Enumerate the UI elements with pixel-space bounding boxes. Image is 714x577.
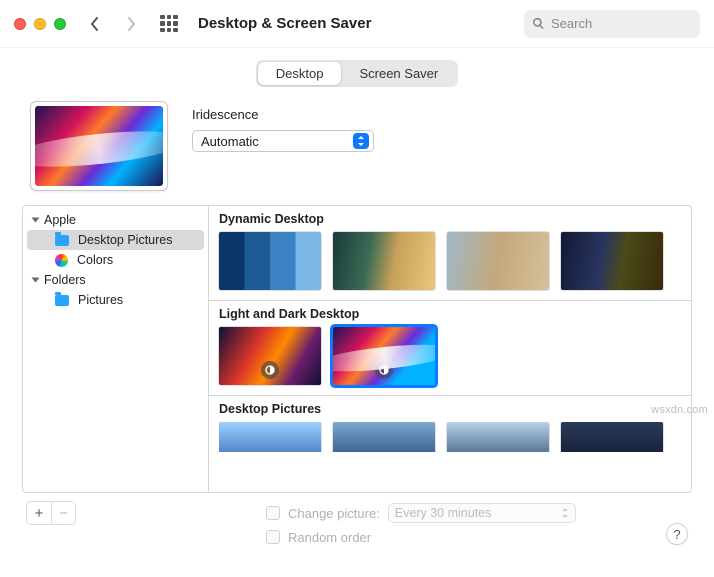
wallpaper-thumb[interactable] xyxy=(447,422,549,452)
wallpaper-name-label: Iridescence xyxy=(192,107,684,122)
wallpaper-thumb[interactable] xyxy=(219,422,321,452)
gallery-section-title: Dynamic Desktop xyxy=(219,212,681,226)
minimize-button[interactable] xyxy=(34,18,46,30)
change-interval-value: Every 30 minutes xyxy=(395,506,492,520)
remove-folder-button[interactable]: − xyxy=(51,502,75,524)
appearance-mode-select[interactable]: Automatic xyxy=(192,130,374,152)
disclosure-triangle-icon xyxy=(32,278,40,283)
wallpaper-thumb[interactable] xyxy=(561,422,663,452)
updown-icon xyxy=(353,133,369,149)
dynamic-badge-icon xyxy=(261,361,279,379)
main-panel: Apple Desktop Pictures Colors Folders Pi… xyxy=(22,205,692,493)
tab-desktop[interactable]: Desktop xyxy=(258,62,342,85)
sidebar-item-pictures[interactable]: Pictures xyxy=(27,290,204,310)
gallery-section-title: Light and Dark Desktop xyxy=(219,307,681,321)
window-title: Desktop & Screen Saver xyxy=(198,15,371,32)
gallery-section-dynamic: Dynamic Desktop xyxy=(209,206,691,301)
current-wallpaper-section: Iridescence Automatic xyxy=(0,95,714,205)
wallpaper-gallery: Dynamic Desktop Light and Dark Desktop D… xyxy=(209,206,691,492)
search-placeholder: Search xyxy=(551,16,592,31)
source-sidebar: Apple Desktop Pictures Colors Folders Pi… xyxy=(23,206,209,492)
search-icon xyxy=(532,17,545,30)
gallery-section-desktop-pictures: Desktop Pictures xyxy=(209,396,691,462)
tab-screen-saver[interactable]: Screen Saver xyxy=(341,62,456,85)
sidebar-group-folders[interactable]: Folders xyxy=(23,270,208,290)
wallpaper-thumb[interactable] xyxy=(333,422,435,452)
forward-button[interactable] xyxy=(118,11,144,37)
tab-bar: Desktop Screen Saver xyxy=(0,48,714,95)
current-wallpaper-preview xyxy=(30,101,168,191)
sidebar-group-label: Apple xyxy=(44,213,76,227)
gallery-section-title: Desktop Pictures xyxy=(219,402,681,416)
wallpaper-thumb[interactable] xyxy=(447,232,549,290)
zoom-button[interactable] xyxy=(54,18,66,30)
watermark-text: wsxdn.com xyxy=(651,404,708,416)
wallpaper-thumb[interactable] xyxy=(219,327,321,385)
sidebar-item-label: Colors xyxy=(77,253,113,267)
sidebar-group-apple[interactable]: Apple xyxy=(23,210,208,230)
show-all-icon[interactable] xyxy=(160,15,178,33)
folder-icon xyxy=(55,295,69,306)
updown-icon xyxy=(561,508,569,518)
add-folder-button[interactable]: + xyxy=(27,502,51,524)
wallpaper-thumb-selected[interactable] xyxy=(333,327,435,385)
wallpaper-thumb[interactable] xyxy=(561,232,663,290)
window-traffic-lights xyxy=(14,18,66,30)
dynamic-badge-icon xyxy=(375,361,393,379)
change-picture-label: Change picture: xyxy=(288,506,380,521)
back-button[interactable] xyxy=(82,11,108,37)
sidebar-item-desktop-pictures[interactable]: Desktop Pictures xyxy=(27,230,204,250)
change-interval-select: Every 30 minutes xyxy=(388,503,576,523)
disclosure-triangle-icon xyxy=(32,218,40,223)
close-button[interactable] xyxy=(14,18,26,30)
bottom-bar: + − Change picture: Every 30 minutes Ran… xyxy=(0,493,714,549)
random-order-checkbox[interactable] xyxy=(266,530,280,544)
wallpaper-thumb[interactable] xyxy=(333,232,435,290)
add-remove-folder-control: + − xyxy=(26,501,76,525)
titlebar: Desktop & Screen Saver Search xyxy=(0,0,714,48)
gallery-section-light-dark: Light and Dark Desktop xyxy=(209,301,691,396)
sidebar-item-label: Desktop Pictures xyxy=(78,233,172,247)
colorwheel-icon xyxy=(55,254,68,267)
appearance-mode-value: Automatic xyxy=(201,134,259,149)
sidebar-item-colors[interactable]: Colors xyxy=(27,250,204,270)
change-picture-checkbox[interactable] xyxy=(266,506,280,520)
random-order-label: Random order xyxy=(288,530,371,545)
help-button[interactable]: ? xyxy=(666,523,688,545)
sidebar-group-label: Folders xyxy=(44,273,86,287)
sidebar-item-label: Pictures xyxy=(78,293,123,307)
wallpaper-thumb[interactable] xyxy=(219,232,321,290)
folder-icon xyxy=(55,235,69,246)
search-field[interactable]: Search xyxy=(524,10,700,38)
